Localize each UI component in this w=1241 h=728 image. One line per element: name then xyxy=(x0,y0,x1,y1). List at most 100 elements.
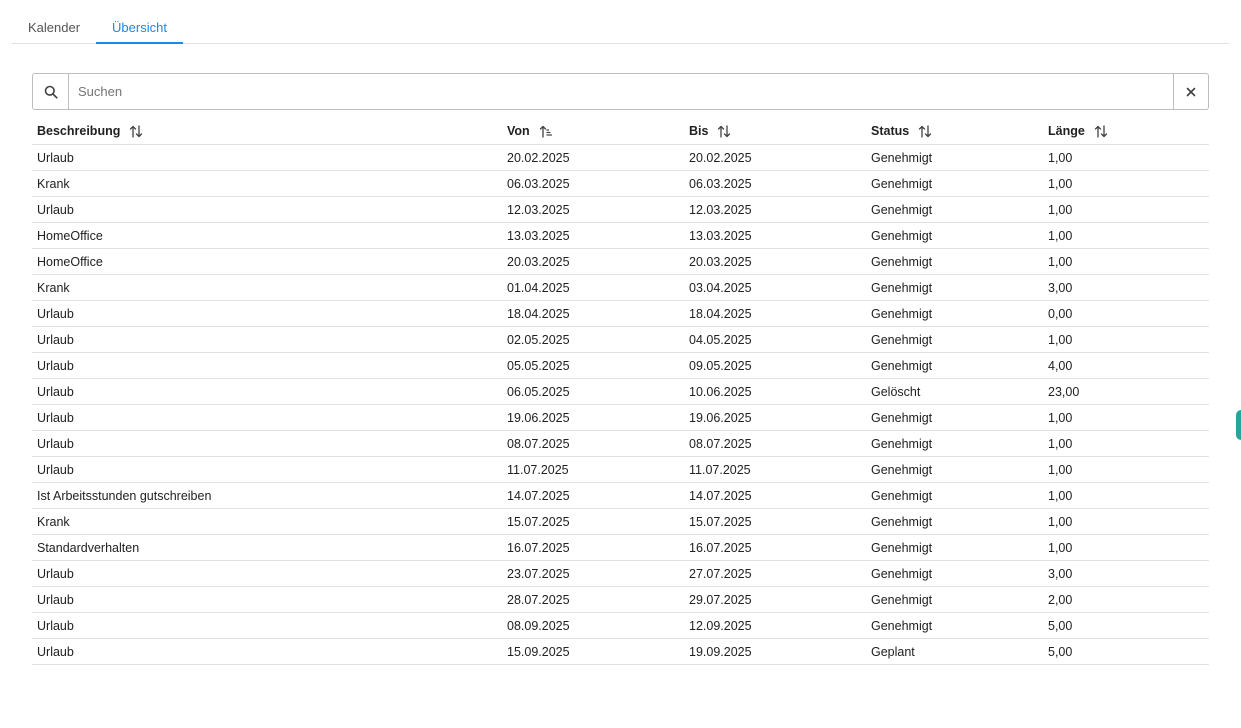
tab-kalender[interactable]: Kalender xyxy=(12,10,96,44)
cell-beschreibung: Urlaub xyxy=(32,612,502,639)
sort-unsorted-icon[interactable] xyxy=(918,124,932,138)
cell-beschreibung: Urlaub xyxy=(32,560,502,587)
search-input[interactable] xyxy=(69,74,1173,109)
cell-bis: 14.07.2025 xyxy=(684,482,866,509)
cell-beschreibung: Urlaub xyxy=(32,196,502,223)
cell-bis: 09.05.2025 xyxy=(684,352,866,379)
cell-laenge: 1,00 xyxy=(1043,508,1209,535)
cell-laenge: 0,00 xyxy=(1043,300,1209,327)
table-row[interactable]: HomeOffice 13.03.2025 13.03.2025 Genehmigt 1… xyxy=(32,222,1209,249)
column-header-status[interactable]: Status xyxy=(866,118,1043,145)
cell-status: Genehmigt xyxy=(866,586,1043,613)
table-body: Urlaub 20.02.2025 20.02.2025 Genehmigt 1,00 … xyxy=(32,144,1209,665)
column-header-label: Bis xyxy=(689,124,709,138)
cell-laenge: 1,00 xyxy=(1043,144,1209,171)
table-row[interactable]: Urlaub 23.07.2025 27.07.2025 Genehmigt 3,00 xyxy=(32,560,1209,587)
cell-beschreibung: Krank xyxy=(32,274,502,301)
table-row[interactable]: Urlaub 08.09.2025 12.09.2025 Genehmigt 5,00 xyxy=(32,612,1209,639)
cell-von: 28.07.2025 xyxy=(502,586,684,613)
column-header-beschreibung[interactable]: Beschreibung xyxy=(32,118,502,145)
cell-status: Genehmigt xyxy=(866,274,1043,301)
search-button[interactable] xyxy=(33,74,69,109)
cell-von: 06.05.2025 xyxy=(502,378,684,405)
table-row[interactable]: Urlaub 28.07.2025 29.07.2025 Genehmigt 2,00 xyxy=(32,586,1209,613)
column-header-label: Länge xyxy=(1048,124,1085,138)
cell-beschreibung: Urlaub xyxy=(32,352,502,379)
cell-von: 08.07.2025 xyxy=(502,430,684,457)
table-row[interactable]: Urlaub 18.04.2025 18.04.2025 Genehmigt 0,00 xyxy=(32,300,1209,327)
sort-ascending-icon[interactable] xyxy=(539,125,553,138)
tab-uebersicht[interactable]: Übersicht xyxy=(96,10,183,44)
cell-bis: 29.07.2025 xyxy=(684,586,866,613)
side-panel-handle[interactable] xyxy=(1236,410,1241,440)
cell-laenge: 1,00 xyxy=(1043,222,1209,249)
cell-von: 23.07.2025 xyxy=(502,560,684,587)
cell-bis: 10.06.2025 xyxy=(684,378,866,405)
cell-status: Genehmigt xyxy=(866,534,1043,561)
cell-bis: 13.03.2025 xyxy=(684,222,866,249)
table-row[interactable]: Urlaub 06.05.2025 10.06.2025 Gelöscht 23,00 xyxy=(32,378,1209,405)
cell-laenge: 3,00 xyxy=(1043,274,1209,301)
cell-von: 14.07.2025 xyxy=(502,482,684,509)
table-row[interactable]: HomeOffice 20.03.2025 20.03.2025 Genehmigt 1… xyxy=(32,248,1209,275)
cell-beschreibung: Urlaub xyxy=(32,404,502,431)
cell-beschreibung: Urlaub xyxy=(32,378,502,405)
cell-bis: 19.09.2025 xyxy=(684,638,866,665)
column-header-label: Status xyxy=(871,124,910,138)
cell-von: 15.07.2025 xyxy=(502,508,684,535)
cell-status: Genehmigt xyxy=(866,170,1043,197)
table-row[interactable]: Urlaub 08.07.2025 08.07.2025 Genehmigt 1,00 xyxy=(32,430,1209,457)
cell-laenge: 1,00 xyxy=(1043,404,1209,431)
cell-von: 12.03.2025 xyxy=(502,196,684,223)
cell-laenge: 23,00 xyxy=(1043,378,1209,405)
cell-bis: 04.05.2025 xyxy=(684,326,866,353)
clear-search-button[interactable] xyxy=(1173,74,1208,109)
cell-von: 16.07.2025 xyxy=(502,534,684,561)
column-header-von[interactable]: Von xyxy=(502,118,684,145)
cell-status: Genehmigt xyxy=(866,352,1043,379)
cell-bis: 08.07.2025 xyxy=(684,430,866,457)
cell-von: 15.09.2025 xyxy=(502,638,684,665)
cell-bis: 27.07.2025 xyxy=(684,560,866,587)
table-row[interactable]: Urlaub 20.02.2025 20.02.2025 Genehmigt 1,00 xyxy=(32,144,1209,171)
cell-beschreibung: Urlaub xyxy=(32,456,502,483)
table-row[interactable]: Urlaub 12.03.2025 12.03.2025 Genehmigt 1,00 xyxy=(32,196,1209,223)
cell-beschreibung: Urlaub xyxy=(32,638,502,665)
cell-beschreibung: Ist Arbeitsstunden gutschreiben xyxy=(32,482,502,509)
table-row[interactable]: Urlaub 11.07.2025 11.07.2025 Genehmigt 1,00 xyxy=(32,456,1209,483)
cell-laenge: 1,00 xyxy=(1043,482,1209,509)
cell-beschreibung: Urlaub xyxy=(32,300,502,327)
table-row[interactable]: Ist Arbeitsstunden gutschreiben 14.07.202… xyxy=(32,482,1209,509)
absence-table: Beschreibung Von Bis Status Länge Urlaub… xyxy=(32,118,1209,665)
cell-status: Genehmigt xyxy=(866,326,1043,353)
cell-laenge: 1,00 xyxy=(1043,170,1209,197)
table-row[interactable]: Krank 01.04.2025 03.04.2025 Genehmigt 3,00 xyxy=(32,274,1209,301)
cell-beschreibung: Krank xyxy=(32,508,502,535)
cell-beschreibung: Urlaub xyxy=(32,326,502,353)
table-row[interactable]: Urlaub 02.05.2025 04.05.2025 Genehmigt 1,00 xyxy=(32,326,1209,353)
column-header-bis[interactable]: Bis xyxy=(684,118,866,145)
table-row[interactable]: Krank 06.03.2025 06.03.2025 Genehmigt 1,00 xyxy=(32,170,1209,197)
cell-status: Genehmigt xyxy=(866,456,1043,483)
cell-von: 13.03.2025 xyxy=(502,222,684,249)
cell-laenge: 1,00 xyxy=(1043,534,1209,561)
cell-bis: 20.02.2025 xyxy=(684,144,866,171)
sort-unsorted-icon[interactable] xyxy=(717,124,731,138)
cell-laenge: 5,00 xyxy=(1043,612,1209,639)
table-row[interactable]: Urlaub 15.09.2025 19.09.2025 Geplant 5,00 xyxy=(32,638,1209,665)
table-row[interactable]: Urlaub 05.05.2025 09.05.2025 Genehmigt 4,00 xyxy=(32,352,1209,379)
cell-von: 05.05.2025 xyxy=(502,352,684,379)
tab-bar: Kalender Übersicht xyxy=(12,10,1229,44)
cell-laenge: 1,00 xyxy=(1043,196,1209,223)
table-row[interactable]: Urlaub 19.06.2025 19.06.2025 Genehmigt 1,00 xyxy=(32,404,1209,431)
cell-status: Geplant xyxy=(866,638,1043,665)
table-row[interactable]: Krank 15.07.2025 15.07.2025 Genehmigt 1,00 xyxy=(32,508,1209,535)
cell-bis: 16.07.2025 xyxy=(684,534,866,561)
cell-status: Genehmigt xyxy=(866,144,1043,171)
sort-unsorted-icon[interactable] xyxy=(129,124,143,138)
column-header-laenge[interactable]: Länge xyxy=(1043,118,1209,145)
cell-laenge: 3,00 xyxy=(1043,560,1209,587)
sort-unsorted-icon[interactable] xyxy=(1094,124,1108,138)
cell-beschreibung: HomeOffice xyxy=(32,222,502,249)
table-row[interactable]: Standardverhalten 16.07.2025 16.07.2025 Gen… xyxy=(32,534,1209,561)
